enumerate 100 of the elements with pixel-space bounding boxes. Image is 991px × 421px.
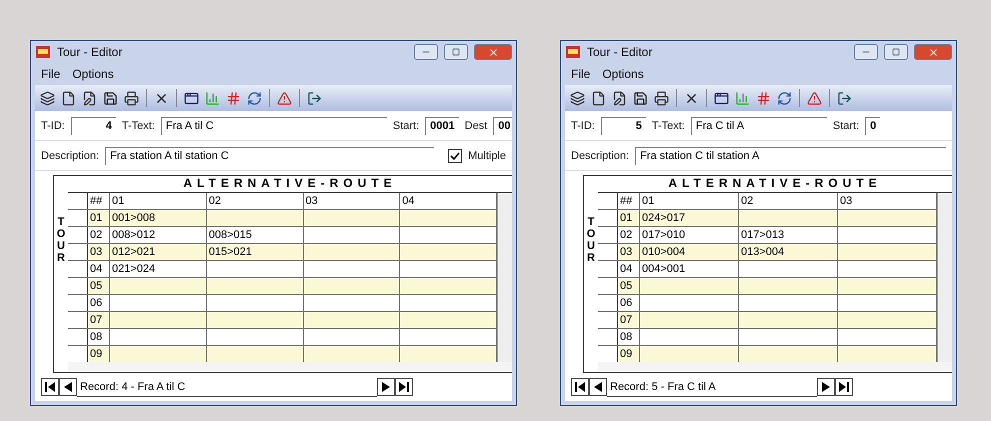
last-record-button[interactable]: [395, 378, 413, 396]
tid-label: T-ID:: [571, 120, 595, 132]
table-cell: 010>004: [640, 244, 739, 260]
horizontal-scrollbar[interactable]: [68, 362, 512, 372]
column-header: 02: [206, 193, 304, 209]
ttext-label: T-Text:: [652, 120, 685, 132]
exit-icon[interactable]: [836, 90, 853, 106]
first-record-button[interactable]: [41, 378, 59, 396]
save-icon[interactable]: [102, 90, 119, 106]
last-icon: [839, 382, 849, 392]
start-field[interactable]: 0: [865, 116, 880, 134]
row-number: 08: [618, 329, 640, 345]
maximize-icon: [452, 48, 460, 56]
ttext-field[interactable]: Fra C til A: [690, 116, 827, 134]
row-selector[interactable]: [68, 312, 88, 328]
column-header: 03: [304, 193, 400, 209]
last-icon: [399, 382, 409, 392]
save-icon[interactable]: [632, 90, 649, 106]
row-selector[interactable]: [598, 278, 618, 294]
multiple-checkbox[interactable]: [448, 148, 462, 162]
dest-label: Dest: [464, 120, 488, 132]
minimize-button[interactable]: [854, 44, 878, 60]
menu-item[interactable]: Options: [72, 67, 114, 81]
refresh-icon[interactable]: [776, 90, 793, 106]
previous-record-button[interactable]: [59, 378, 77, 396]
table-row[interactable]: 06: [598, 295, 937, 312]
warning-icon[interactable]: [276, 90, 293, 106]
table-row[interactable]: 03 010>004 013>004: [598, 244, 937, 261]
table-row[interactable]: 04 004>001: [598, 261, 937, 278]
window-title: Tour - Editor: [57, 45, 124, 59]
hash-icon[interactable]: [225, 90, 242, 106]
multiple-label: Multiple: [468, 150, 506, 162]
table-row[interactable]: 08: [68, 329, 497, 346]
row-selector[interactable]: [598, 244, 618, 260]
next-icon: [382, 382, 390, 392]
refresh-icon[interactable]: [246, 90, 263, 106]
printer-icon[interactable]: [653, 90, 670, 106]
description-field[interactable]: Fra station A til station C: [105, 146, 434, 164]
row-selector[interactable]: [68, 346, 88, 362]
previous-record-button[interactable]: [589, 378, 607, 396]
start-field[interactable]: 0001: [425, 116, 459, 134]
vertical-scrollbar[interactable]: [937, 193, 952, 362]
ttext-field[interactable]: Fra A til C: [160, 116, 387, 134]
table-row[interactable]: 04 021>024: [68, 261, 497, 278]
table-row[interactable]: 01 024>017: [598, 210, 937, 227]
table-row[interactable]: 05: [68, 278, 497, 295]
maximize-button[interactable]: [884, 44, 908, 60]
tid-field[interactable]: 5: [600, 116, 646, 134]
table-row[interactable]: 03 012>021 015>021: [68, 244, 497, 261]
side-label: TOUR: [56, 216, 66, 266]
menu-item[interactable]: File: [571, 67, 590, 81]
table-row[interactable]: 08: [598, 329, 937, 346]
table-row[interactable]: 06: [68, 295, 497, 312]
table-row[interactable]: 09: [68, 346, 497, 363]
table-row[interactable]: 01 001>008: [68, 210, 497, 227]
minimize-button[interactable]: [414, 44, 438, 60]
maximize-button[interactable]: [444, 44, 468, 60]
description-field[interactable]: Fra station C til station A: [635, 146, 946, 164]
tid-label: T-ID:: [41, 120, 65, 132]
last-record-button[interactable]: [835, 378, 853, 396]
row-selector[interactable]: [598, 210, 618, 226]
dest-field[interactable]: 00: [493, 116, 512, 134]
next-record-button[interactable]: [377, 378, 395, 396]
new-document-icon[interactable]: [60, 90, 77, 106]
table-row[interactable]: 02 017>010 017>013: [598, 227, 937, 244]
vertical-scrollbar[interactable]: [497, 193, 512, 362]
menu-item[interactable]: Options: [602, 67, 644, 81]
row-selector[interactable]: [598, 312, 618, 328]
column-header: 02: [739, 193, 838, 209]
table-row[interactable]: 07: [598, 312, 937, 329]
table-row[interactable]: 02 008>012 008>015: [68, 227, 497, 244]
close-button[interactable]: [914, 44, 952, 60]
table-cell: 013>004: [739, 244, 838, 260]
record-status: Record: 5 - Fra C til A: [607, 378, 817, 396]
first-record-button[interactable]: [571, 378, 589, 396]
close-button[interactable]: [474, 44, 512, 60]
exit-icon[interactable]: [306, 90, 323, 106]
menu-item[interactable]: File: [41, 67, 60, 81]
table-cell: 004>001: [640, 261, 739, 277]
edit-document-icon[interactable]: [81, 90, 98, 106]
table-row[interactable]: 05: [598, 278, 937, 295]
warning-icon[interactable]: [806, 90, 823, 106]
row-selector[interactable]: [598, 346, 618, 362]
maximize-icon: [892, 48, 900, 56]
row-selector[interactable]: [68, 244, 88, 260]
tid-field[interactable]: 4: [70, 116, 116, 134]
row-number: 05: [618, 278, 640, 294]
horizontal-scrollbar[interactable]: [598, 362, 952, 372]
row-selector[interactable]: [68, 278, 88, 294]
row-number: 01: [618, 210, 640, 226]
hash-icon[interactable]: [755, 90, 772, 106]
column-header: ##: [88, 193, 110, 209]
row-selector[interactable]: [68, 210, 88, 226]
table-row[interactable]: 09: [598, 346, 937, 363]
edit-document-icon[interactable]: [611, 90, 628, 106]
description-label: Description:: [41, 150, 100, 162]
printer-icon[interactable]: [123, 90, 140, 106]
table-row[interactable]: 07: [68, 312, 497, 329]
next-record-button[interactable]: [817, 378, 835, 396]
new-document-icon[interactable]: [590, 90, 607, 106]
